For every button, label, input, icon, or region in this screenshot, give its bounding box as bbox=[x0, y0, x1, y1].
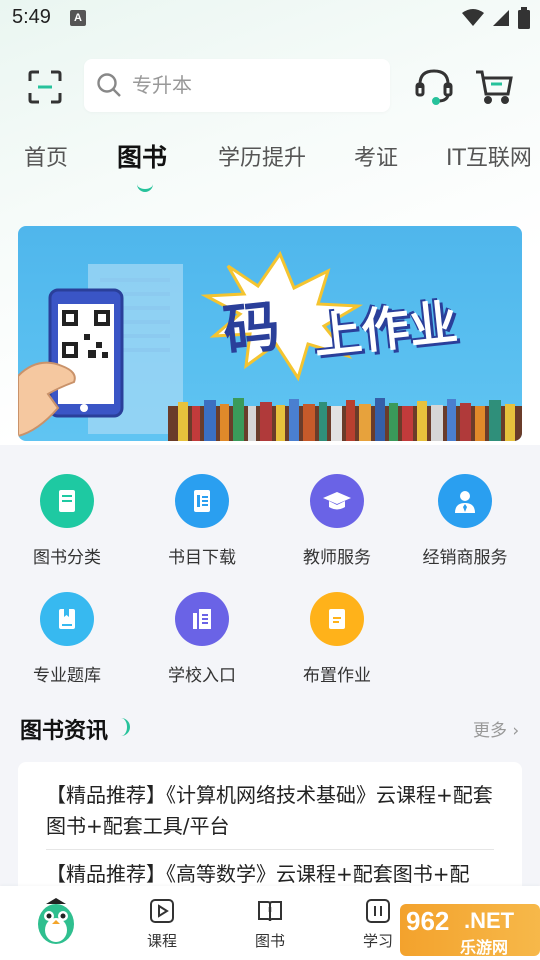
customer-service-icon[interactable] bbox=[414, 66, 454, 106]
watermark-number: 962 bbox=[406, 906, 450, 936]
tab-home[interactable]: 首页 bbox=[24, 140, 68, 172]
nav-course[interactable]: 课程 bbox=[132, 898, 192, 951]
shortcut-label: 图书分类 bbox=[33, 548, 101, 568]
site-watermark: 962 .NET 乐游网 bbox=[400, 900, 540, 960]
news-more-link[interactable]: 更多 › bbox=[473, 716, 519, 741]
tab-books[interactable]: 图书 bbox=[117, 140, 167, 174]
nav-label: 课程 bbox=[146, 932, 177, 950]
news-item[interactable]: 【精品推荐】《计算机网络技术基础》云课程+配套图书+配套工具/平台 bbox=[46, 780, 502, 842]
scan-icon[interactable] bbox=[28, 70, 62, 104]
tab-it-internet[interactable]: IT互联网 bbox=[446, 140, 532, 172]
book-open-icon bbox=[258, 901, 282, 922]
shortcut-school-entrance[interactable]: 学校入口 bbox=[137, 588, 267, 698]
category-tabs: 首页 图书 学历提升 考证 IT互联网 bbox=[0, 140, 540, 200]
news-title-accent bbox=[120, 718, 130, 736]
nav-study[interactable]: 学习 bbox=[348, 898, 408, 951]
study-pause-icon bbox=[366, 899, 390, 923]
tab-degree-upgrade[interactable]: 学历提升 bbox=[218, 140, 306, 172]
shortcut-label: 学校入口 bbox=[168, 666, 236, 686]
shortcut-label: 书目下载 bbox=[168, 548, 236, 568]
nav-label: 学习 bbox=[362, 932, 393, 950]
news-section-title: 图书资讯 bbox=[20, 719, 109, 744]
shortcut-question-bank[interactable]: 专业题库 bbox=[2, 588, 132, 698]
shortcut-book-category[interactable]: 图书分类 bbox=[2, 470, 132, 580]
shortcut-label: 经销商服务 bbox=[422, 548, 508, 568]
nav-books[interactable]: 图书 bbox=[240, 898, 300, 951]
question-bank-icon bbox=[40, 592, 94, 646]
shortcut-assign-homework[interactable]: 布置作业 bbox=[272, 588, 402, 698]
shortcut-teacher-service[interactable]: 教师服务 bbox=[272, 470, 402, 580]
shortcut-label: 布置作业 bbox=[303, 666, 371, 686]
search-input[interactable] bbox=[132, 69, 372, 101]
shortcut-catalog-download[interactable]: 书目下载 bbox=[137, 470, 267, 580]
news-card: 【精品推荐】《计算机网络技术基础》云课程+配套图书+配套工具/平台 【精品推荐】… bbox=[18, 762, 522, 902]
signal-icon bbox=[493, 10, 509, 26]
nav-label: 图书 bbox=[254, 932, 285, 950]
tab-certification[interactable]: 考证 bbox=[354, 140, 398, 172]
shopping-cart-icon[interactable] bbox=[474, 66, 514, 106]
shortcut-dealer-service[interactable]: 经销商服务 bbox=[400, 470, 530, 580]
promo-banner[interactable]: 码 上作业 bbox=[18, 226, 522, 441]
catalog-download-icon bbox=[175, 474, 229, 528]
dealer-person-icon bbox=[438, 474, 492, 528]
notification-badge-icon: A bbox=[70, 10, 86, 26]
book-category-icon bbox=[40, 474, 94, 528]
course-play-icon bbox=[150, 899, 174, 923]
shortcut-label: 教师服务 bbox=[303, 548, 371, 568]
news-divider bbox=[46, 849, 494, 850]
banner-title-rest: 上作业 bbox=[310, 294, 461, 366]
search-bar[interactable] bbox=[84, 59, 390, 112]
status-bar: 5:49 A bbox=[0, 0, 540, 38]
home-mascot-icon[interactable] bbox=[32, 894, 80, 948]
graduation-cap-icon bbox=[310, 474, 364, 528]
assign-homework-icon bbox=[310, 592, 364, 646]
banner-title-char: 码 bbox=[220, 294, 283, 365]
search-icon bbox=[97, 73, 121, 97]
school-entrance-icon bbox=[175, 592, 229, 646]
wifi-icon bbox=[462, 9, 484, 26]
battery-icon bbox=[518, 7, 530, 29]
watermark-net: .NET bbox=[464, 908, 515, 933]
status-time: 5:49 bbox=[12, 6, 51, 28]
status-icons bbox=[462, 6, 530, 30]
watermark-site: 乐游网 bbox=[460, 938, 509, 957]
shortcut-label: 专业题库 bbox=[33, 666, 101, 686]
